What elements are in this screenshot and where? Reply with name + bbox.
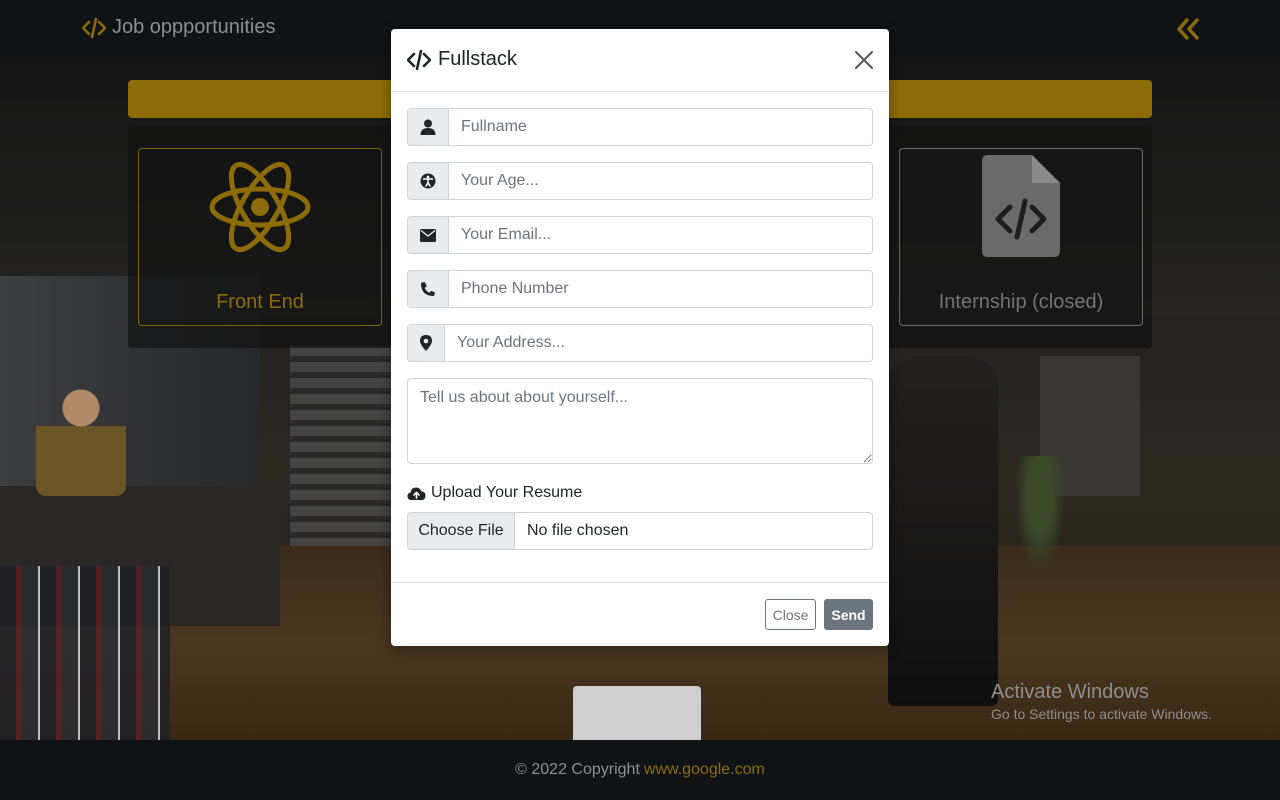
close-icon[interactable] (853, 49, 875, 71)
modal-title: Fullstack (407, 48, 517, 71)
address-field (407, 324, 873, 362)
application-modal: Fullstack Fullname Your Age... Your Emai… (391, 29, 889, 646)
job-card-front-end[interactable]: Front End (138, 148, 382, 326)
job-card-internship[interactable]: Internship (closed) (899, 148, 1143, 326)
windows-activation-watermark: Activate Windows Go to Settings to activ… (991, 681, 1212, 722)
job-card-label: Internship (closed) (938, 291, 1104, 313)
code-icon (407, 49, 431, 70)
fullname-field (407, 108, 873, 146)
envelope-icon (408, 217, 449, 253)
modal-title-text: Fullstack (438, 48, 517, 70)
upload-resume-label: Upload Your Resume (407, 484, 582, 502)
file-status-text: No file chosen (527, 522, 629, 539)
phone-icon (408, 271, 449, 307)
modal-header: Fullstack (391, 29, 889, 92)
react-atom-icon (209, 161, 311, 253)
watermark-subtitle: Go to Settings to activate Windows. (991, 706, 1212, 722)
fullname-input[interactable] (449, 109, 872, 145)
brand-text: Job oppportunities (112, 16, 276, 38)
map-marker-icon (408, 325, 445, 361)
choose-file-button[interactable]: Choose File (408, 513, 515, 549)
email-field (407, 216, 873, 254)
watermark-title: Activate Windows (991, 681, 1149, 703)
address-input[interactable] (445, 325, 872, 361)
copyright-text: © 2022 Copyright (515, 761, 640, 778)
send-button[interactable]: Send (824, 599, 873, 630)
navbar-brand[interactable]: Job oppportunities (82, 16, 275, 39)
upload-resume-text: Upload Your Resume (431, 484, 583, 501)
modal-footer: Close Send (391, 582, 889, 646)
phone-field (407, 270, 873, 308)
user-icon (408, 109, 449, 145)
job-card-label: Front End (216, 291, 304, 313)
email-input[interactable] (449, 217, 872, 253)
footer-link[interactable]: www.google.com (644, 761, 765, 779)
about-textarea[interactable] (407, 378, 873, 464)
close-button[interactable]: Close (765, 599, 816, 630)
cloud-upload-icon (407, 487, 426, 500)
code-icon (82, 17, 106, 38)
universal-access-icon (408, 163, 449, 199)
file-code-icon (982, 155, 1060, 257)
age-field (407, 162, 873, 200)
phone-input[interactable] (449, 271, 872, 307)
age-input[interactable] (449, 163, 872, 199)
footer: © 2022 Copyright www.google.com (0, 740, 1280, 800)
angle-double-left-icon[interactable] (1174, 16, 1202, 42)
resume-file-input: Choose File No file chosen (407, 512, 873, 550)
